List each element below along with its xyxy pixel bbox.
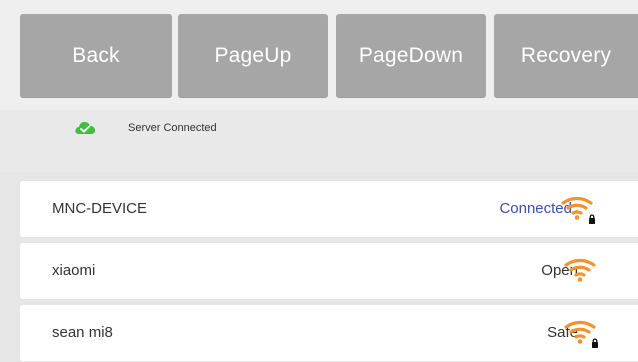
network-name: sean mi8 [52, 324, 113, 341]
recovery-button[interactable]: Recovery [494, 14, 638, 98]
wifi-icon [564, 258, 596, 282]
server-status-text: Server Connected [128, 122, 217, 134]
toolbar: Back PageUp PageDown Recovery [0, 0, 638, 110]
wifi-locked-icon [561, 196, 595, 224]
page-up-button[interactable]: PageUp [178, 14, 328, 98]
back-button[interactable]: Back [20, 14, 172, 98]
network-name: xiaomi [52, 262, 96, 279]
network-row-xiaomi[interactable]: xiaomi Open [20, 243, 638, 299]
cloud-check-icon [75, 121, 96, 134]
network-row-mnc-device[interactable]: MNC-DEVICE Connected [20, 181, 638, 237]
network-row-sean-mi8[interactable]: sean mi8 Safe [20, 305, 638, 361]
wifi-locked-icon [564, 320, 598, 348]
network-name: MNC-DEVICE [52, 200, 148, 217]
server-status-bar: Server Connected [0, 110, 638, 172]
page-down-button[interactable]: PageDown [336, 14, 486, 98]
